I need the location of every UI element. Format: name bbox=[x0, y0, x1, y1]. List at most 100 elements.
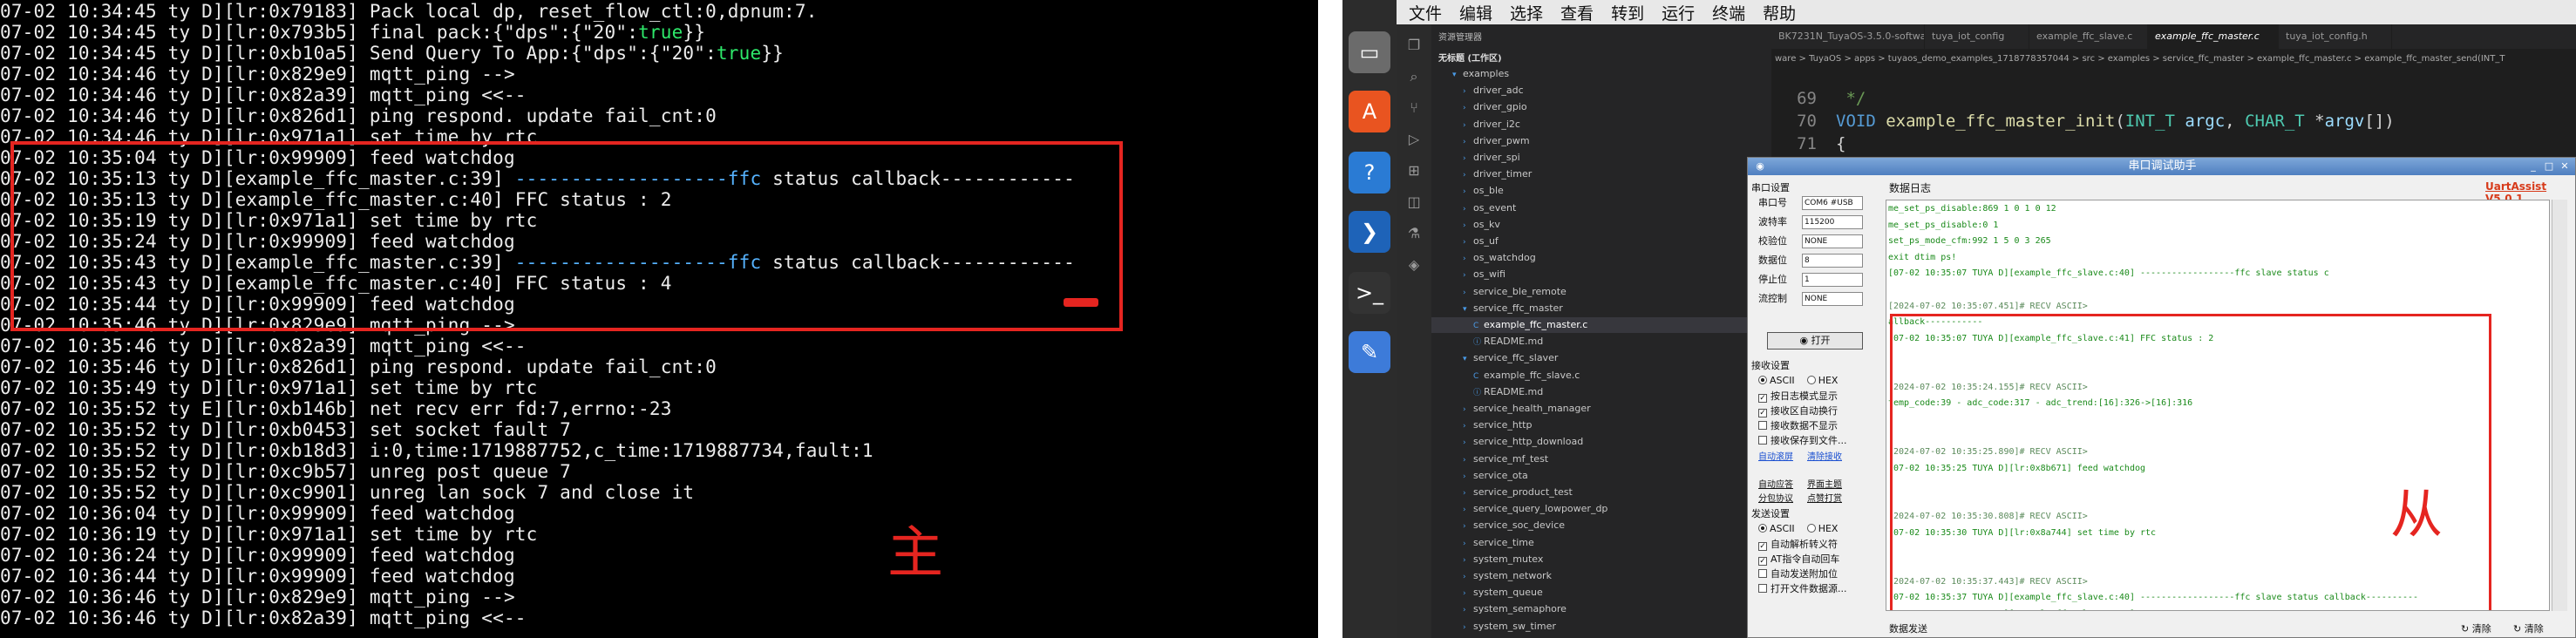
tree-item[interactable]: › driver_i2c bbox=[1431, 117, 1771, 132]
tree-item[interactable]: › os_watchdog bbox=[1431, 250, 1771, 266]
tree-item[interactable]: ⓘ README.md bbox=[1431, 334, 1771, 350]
tree-item[interactable]: › system_queue bbox=[1431, 585, 1771, 601]
terminal-window[interactable]: 07-02 10:34:45 ty D][lr:0x79183] Pack lo… bbox=[0, 0, 1318, 638]
store-icon[interactable]: A bbox=[1349, 91, 1390, 132]
reset-button-b[interactable]: ↻ 清除 bbox=[2513, 621, 2544, 635]
option-row[interactable]: 接收保存到文件... bbox=[1758, 434, 1847, 448]
checkbox[interactable]: ✓ bbox=[1758, 557, 1767, 566]
tree-item[interactable]: › service_time bbox=[1431, 535, 1771, 551]
option-row[interactable]: 打开文件数据源... bbox=[1758, 582, 1847, 596]
checkbox[interactable] bbox=[1758, 569, 1767, 578]
files-icon[interactable]: ▭ bbox=[1349, 31, 1390, 73]
option-row[interactable]: ✓ 接收区自动换行 bbox=[1758, 404, 1838, 418]
workspace-title[interactable]: 无标题 (工作区) bbox=[1438, 51, 1502, 64]
tree-item[interactable]: Cexample_ffc_master.c bbox=[1431, 317, 1771, 333]
send-tab[interactable]: 数据发送 bbox=[1889, 621, 1927, 635]
recv-ascii-radio[interactable] bbox=[1758, 376, 1767, 384]
setting-select[interactable]: 8 bbox=[1802, 254, 1863, 268]
breadcrumb[interactable]: ware > TuyaOS > apps > tuyaos_demo_examp… bbox=[1771, 51, 2576, 68]
explorer-icon[interactable]: ❐ bbox=[1405, 37, 1423, 54]
send-ascii-radio[interactable] bbox=[1758, 524, 1767, 533]
theme-link[interactable]: 界面主题 bbox=[1807, 477, 1842, 490]
tree-item[interactable]: › service_mf_test bbox=[1431, 451, 1771, 467]
checkbox[interactable] bbox=[1758, 584, 1767, 593]
checkbox[interactable] bbox=[1758, 436, 1767, 445]
reset-button-a[interactable]: ↻ 清除 bbox=[2461, 621, 2491, 635]
tree-item[interactable]: › os_wifi bbox=[1431, 267, 1771, 282]
extensions-icon[interactable]: ⊞ bbox=[1405, 162, 1423, 180]
menu-item[interactable]: 运行 bbox=[1662, 1, 1695, 24]
donate-link[interactable]: 点赞打赏 bbox=[1807, 491, 1842, 504]
option-row[interactable]: ✓ AT指令自动回车 bbox=[1758, 553, 1839, 567]
option-row[interactable]: 自动发送附加位 bbox=[1758, 567, 1838, 581]
tree-item[interactable]: › service_ble_remote bbox=[1431, 284, 1771, 300]
menu-item[interactable]: 转到 bbox=[1611, 1, 1644, 24]
app-menu-icon[interactable]: ◉ bbox=[1753, 160, 1767, 173]
checkbox[interactable]: ✓ bbox=[1758, 394, 1767, 403]
tree-item[interactable]: › driver_timer bbox=[1431, 166, 1771, 182]
menu-item[interactable]: 帮助 bbox=[1763, 1, 1796, 24]
menu-item[interactable]: 选择 bbox=[1510, 1, 1543, 24]
tree-item[interactable]: › system_semaphore bbox=[1431, 601, 1771, 617]
setting-select[interactable]: NONE bbox=[1802, 292, 1863, 306]
editor-tab[interactable]: example_ffc_master.c bbox=[2148, 24, 2279, 49]
checkbox[interactable] bbox=[1758, 421, 1767, 430]
tree-item[interactable]: › system_mutex bbox=[1431, 552, 1771, 567]
tree-item[interactable]: › service_ota bbox=[1431, 468, 1771, 484]
option-row[interactable]: ✓ 自动解析转义符 bbox=[1758, 538, 1838, 552]
setting-select[interactable]: NONE bbox=[1802, 234, 1863, 248]
help-icon[interactable]: ? bbox=[1349, 152, 1390, 193]
tree-item[interactable]: › os_event bbox=[1431, 200, 1771, 216]
menu-item[interactable]: 文件 bbox=[1409, 1, 1442, 24]
tree-item[interactable]: › service_product_test bbox=[1431, 485, 1771, 500]
log-scrollbar[interactable] bbox=[2552, 200, 2567, 611]
source-control-icon[interactable]: ⑂ bbox=[1405, 99, 1423, 117]
checkbox[interactable]: ✓ bbox=[1758, 409, 1767, 417]
close-icon[interactable]: ✕ bbox=[2558, 160, 2572, 173]
tree-item[interactable]: ▾ examples bbox=[1431, 66, 1771, 82]
tree-item[interactable]: › service_query_lowpower_dp bbox=[1431, 501, 1771, 517]
tree-item[interactable]: › system_network bbox=[1431, 568, 1771, 584]
tree-item[interactable]: › driver_pwm bbox=[1431, 133, 1771, 149]
setting-select[interactable]: 115200 bbox=[1802, 215, 1863, 229]
menu-item[interactable]: 终端 bbox=[1712, 1, 1745, 24]
tree-item[interactable]: ▾ service_ffc_slaver bbox=[1431, 350, 1771, 366]
checkbox[interactable]: ✓ bbox=[1758, 542, 1767, 551]
recv-hex-radio[interactable] bbox=[1806, 376, 1816, 384]
terminal-icon[interactable]: >_ bbox=[1349, 272, 1390, 314]
tree-item[interactable]: › service_http bbox=[1431, 417, 1771, 433]
vscode-icon[interactable]: ❯ bbox=[1349, 211, 1390, 253]
search-icon[interactable]: ⌕ bbox=[1405, 68, 1423, 85]
tree-item[interactable]: › driver_gpio bbox=[1431, 99, 1771, 115]
editor-tab[interactable]: BK7231N_TuyaOS-3.5.0-software/... bbox=[1771, 24, 1925, 49]
tree-item[interactable]: ⓘ README.md bbox=[1431, 384, 1771, 400]
tree-item[interactable]: › driver_adc bbox=[1431, 83, 1771, 98]
docker-icon[interactable]: ◈ bbox=[1405, 256, 1423, 274]
setting-select[interactable]: COM6 #USB bbox=[1802, 196, 1863, 210]
auto-reply-link[interactable]: 自动应答 bbox=[1758, 477, 1793, 490]
tree-item[interactable]: › service_health_manager bbox=[1431, 401, 1771, 417]
tree-item[interactable]: › service_http_download bbox=[1431, 434, 1771, 450]
recv-mode-row[interactable]: ASCII HEX bbox=[1758, 374, 1838, 388]
tree-item[interactable]: ▾ service_ffc_master bbox=[1431, 301, 1771, 316]
open-port-button[interactable]: ◉ 打开 bbox=[1767, 332, 1863, 350]
editor-tab[interactable]: tuya_iot_config.h bbox=[2279, 24, 2392, 49]
run-debug-icon[interactable]: ▷ bbox=[1405, 131, 1423, 148]
maximize-icon[interactable]: □ bbox=[2542, 160, 2556, 173]
remote-icon[interactable]: ◫ bbox=[1405, 193, 1423, 211]
tree-item[interactable]: › driver_spi bbox=[1431, 150, 1771, 166]
packet-protocol-link[interactable]: 分包协议 bbox=[1758, 491, 1793, 504]
clear-recv-link[interactable]: 清除接收 bbox=[1807, 449, 1842, 462]
minimize-icon[interactable]: _ bbox=[2526, 160, 2540, 173]
tree-item[interactable]: › os_ble bbox=[1431, 183, 1771, 199]
tree-item[interactable]: › os_uf bbox=[1431, 234, 1771, 249]
tree-item[interactable]: › service_soc_device bbox=[1431, 518, 1771, 533]
menu-item[interactable]: 编辑 bbox=[1459, 1, 1492, 24]
editor-tab[interactable]: example_ffc_slave.c bbox=[2029, 24, 2148, 49]
option-row[interactable]: 接收数据不显示 bbox=[1758, 419, 1838, 433]
send-mode-row[interactable]: ASCII HEX bbox=[1758, 522, 1838, 536]
menu-item[interactable]: 查看 bbox=[1560, 1, 1594, 24]
tree-item[interactable]: › system_sw_timer bbox=[1431, 619, 1771, 635]
option-row[interactable]: ✓ 按日志模式显示 bbox=[1758, 390, 1838, 404]
log-tab[interactable]: 数据日志 bbox=[1889, 180, 1931, 195]
